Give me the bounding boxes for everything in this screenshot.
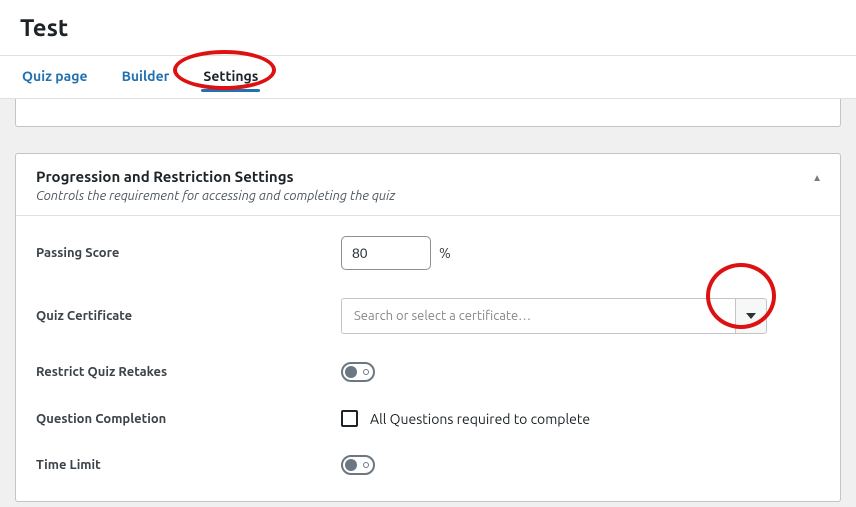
panel-body: Passing Score % Quiz Certificate Search … — [16, 216, 840, 501]
toggle-knob — [345, 366, 357, 378]
chevron-down-icon — [746, 313, 756, 319]
certificate-select: Search or select a certificate… — [341, 298, 767, 334]
time-limit-toggle[interactable] — [341, 455, 375, 475]
panel-title: Progression and Restriction Settings — [36, 168, 820, 185]
passing-score-input[interactable] — [341, 236, 431, 270]
field-restrict-retakes: Restrict Quiz Retakes — [36, 362, 820, 382]
question-completion-label: Question Completion — [36, 412, 341, 426]
field-question-completion: Question Completion All Questions requir… — [36, 410, 820, 427]
certificate-label: Quiz Certificate — [36, 309, 341, 323]
collapse-icon[interactable]: ▲ — [812, 172, 822, 184]
toggle-knob — [345, 459, 357, 471]
tabs-bar: Quiz page Builder Settings — [0, 56, 856, 99]
question-completion-checkbox-label: All Questions required to complete — [370, 411, 590, 427]
percent-sign: % — [439, 245, 451, 261]
tab-quiz-page[interactable]: Quiz page — [20, 56, 90, 98]
field-certificate: Quiz Certificate Search or select a cert… — [36, 298, 820, 334]
panel-header[interactable]: Progression and Restriction Settings Con… — [16, 154, 840, 216]
time-limit-label: Time Limit — [36, 458, 341, 472]
tab-settings[interactable]: Settings — [201, 56, 260, 98]
panel-subtitle: Controls the requirement for accessing a… — [36, 189, 820, 203]
restrict-retakes-label: Restrict Quiz Retakes — [36, 365, 341, 379]
question-completion-checkbox-wrap: All Questions required to complete — [341, 410, 590, 427]
certificate-dropdown-button[interactable] — [735, 298, 767, 334]
page-title: Test — [20, 14, 836, 41]
field-time-limit: Time Limit — [36, 455, 820, 475]
certificate-search-input[interactable]: Search or select a certificate… — [341, 298, 735, 334]
page-header: Test — [0, 0, 856, 56]
progression-panel: Progression and Restriction Settings Con… — [15, 153, 841, 502]
tab-builder[interactable]: Builder — [120, 56, 172, 98]
field-passing-score: Passing Score % — [36, 236, 820, 270]
content: Progression and Restriction Settings Con… — [0, 99, 856, 502]
toggle-dot — [363, 369, 369, 375]
passing-score-label: Passing Score — [36, 246, 341, 260]
panel-fragment-above — [15, 99, 841, 127]
question-completion-checkbox[interactable] — [341, 410, 358, 427]
toggle-dot — [363, 462, 369, 468]
restrict-retakes-toggle[interactable] — [341, 362, 375, 382]
